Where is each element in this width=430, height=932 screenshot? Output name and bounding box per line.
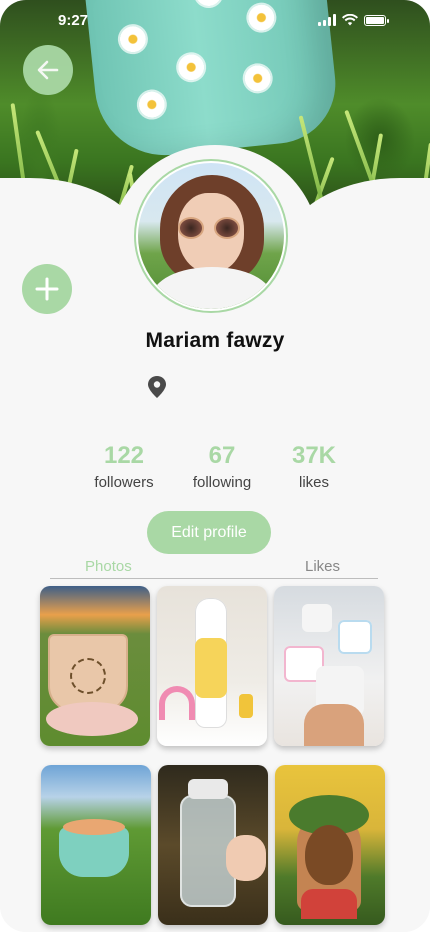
avatar[interactable] [134, 159, 288, 313]
back-button[interactable] [23, 45, 73, 95]
likes-label: likes [298, 474, 329, 491]
likes-count: 37K [291, 442, 337, 469]
profile-name: Mariam fawzy [145, 329, 285, 352]
cellular-signal-icon [318, 14, 336, 26]
followers-label: followers [94, 474, 154, 491]
plus-icon [35, 277, 59, 301]
stat-followers[interactable]: 122 followers [84, 442, 164, 491]
stat-following[interactable]: 67 following [182, 442, 262, 491]
photo-tile[interactable] [157, 586, 267, 746]
tab-photos[interactable]: Photos [85, 558, 132, 575]
wifi-icon [342, 14, 358, 26]
photo-tile[interactable] [275, 765, 385, 925]
photo-tile[interactable] [41, 765, 151, 925]
photo-tile[interactable] [40, 586, 150, 746]
followers-count: 122 [103, 442, 145, 469]
status-bar: 9:27 [0, 10, 430, 34]
following-label: following [192, 474, 252, 491]
location-pin-icon[interactable] [146, 375, 168, 399]
phone-screen: 9:27 Mariam fawzy 122 followers 67 follo… [0, 0, 430, 932]
photo-tile[interactable] [158, 765, 268, 925]
following-count: 67 [208, 442, 236, 469]
profile-photo [138, 163, 284, 309]
arrow-left-icon [37, 60, 59, 80]
status-time: 9:27 [58, 12, 89, 29]
tab-divider [50, 578, 378, 579]
photo-tile[interactable] [274, 586, 384, 746]
stat-likes[interactable]: 37K likes [274, 442, 354, 491]
tab-likes[interactable]: Likes [305, 558, 340, 575]
add-button[interactable] [22, 264, 72, 314]
edit-profile-button[interactable]: Edit profile [147, 511, 271, 554]
battery-icon [364, 14, 389, 26]
